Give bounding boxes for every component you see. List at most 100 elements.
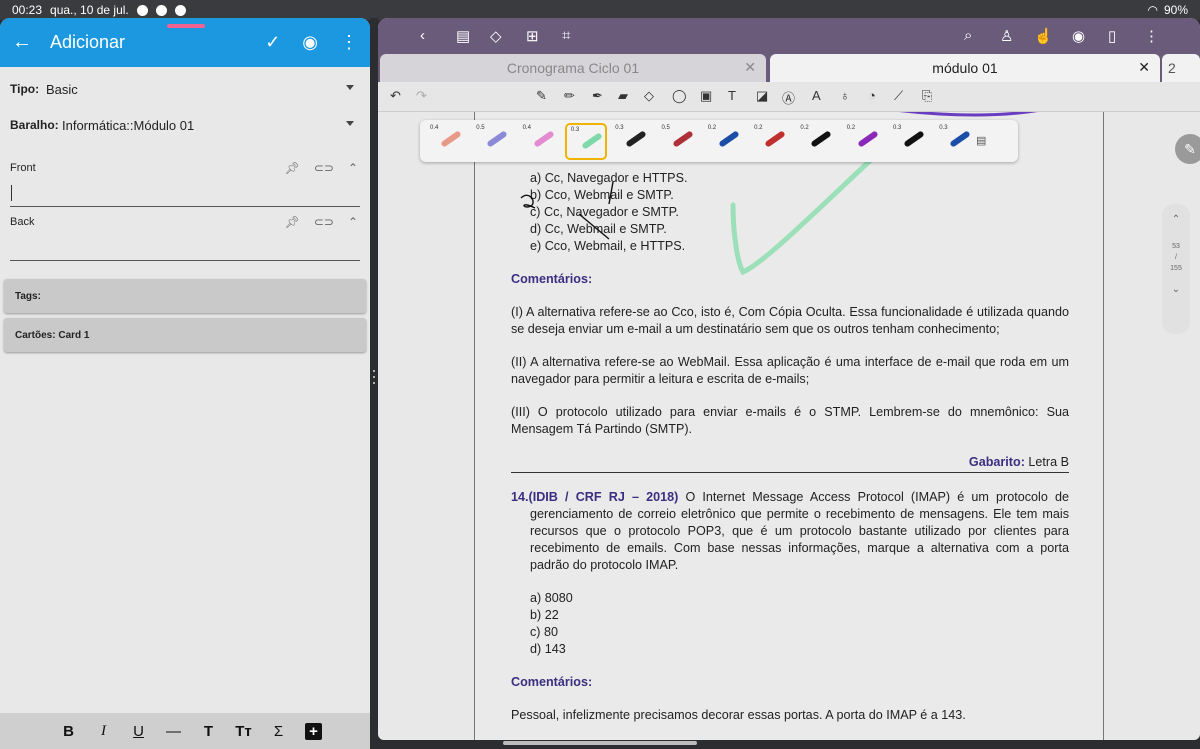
- eraser-icon[interactable]: ◇: [644, 88, 654, 104]
- redo-icon[interactable]: ↷: [416, 88, 427, 104]
- pen-preset[interactable]: 0.2: [843, 123, 885, 160]
- pencil-tool-icon[interactable]: ✏: [564, 88, 575, 104]
- pen-preset[interactable]: 0.3: [935, 123, 977, 160]
- front-input[interactable]: [10, 179, 360, 207]
- split-divider[interactable]: [370, 18, 378, 749]
- preview-eye-icon[interactable]: ◉: [302, 32, 318, 53]
- text-recognition-icon[interactable]: A: [812, 88, 821, 103]
- bookmark-icon[interactable]: ◇: [490, 27, 502, 45]
- front-field-header: Front 📌︎ ⊂⊃ ⌃: [10, 161, 358, 175]
- sticker-icon[interactable]: ◔: [868, 88, 876, 103]
- close-tab-icon[interactable]: ✕: [1138, 59, 1150, 76]
- shapes-icon[interactable]: ◪: [756, 88, 768, 104]
- comment-2: (II) A alternativa refere-se ao WebMail.…: [511, 355, 1069, 386]
- page-up-icon[interactable]: ⌃: [1162, 214, 1190, 225]
- text-size-button[interactable]: Tт: [235, 723, 252, 740]
- option-d: d) 143: [530, 642, 566, 656]
- collapse-icon[interactable]: ⌃: [348, 161, 358, 175]
- pin-icon[interactable]: 📌︎: [285, 215, 300, 229]
- crop-icon[interactable]: ⌗: [562, 27, 570, 44]
- anki-add-panel: ← Adicionar ✓ ◉ ⋮ Tipo: Basic Baralho: I…: [0, 18, 370, 749]
- translate-icon[interactable]: ⎘: [922, 88, 932, 104]
- wifi-icon: ◠: [1147, 3, 1158, 17]
- pen-preset[interactable]: 0.2: [750, 123, 792, 160]
- window-handle[interactable]: [167, 24, 205, 28]
- sidebar-toggle-icon[interactable]: ▯: [1108, 27, 1116, 45]
- horizontal-rule-button[interactable]: —: [165, 723, 182, 740]
- font-size-button[interactable]: T: [200, 723, 217, 740]
- ocr-icon[interactable]: Ⓐ: [782, 88, 795, 107]
- fountain-pen-icon[interactable]: ✒: [592, 88, 603, 104]
- page-navigator[interactable]: ⌃ 53 / 155 ⌄: [1162, 204, 1190, 334]
- shirt-icon[interactable]: ♙: [1000, 27, 1013, 45]
- highlighter-icon[interactable]: ▰: [618, 88, 628, 104]
- pen-settings-icon[interactable]: ▤: [976, 134, 986, 147]
- laser-pointer-icon[interactable]: ⟋: [894, 88, 903, 104]
- close-tab-icon[interactable]: ✕: [744, 59, 756, 76]
- pen-icon: [671, 130, 694, 148]
- pen-preset[interactable]: 0.4: [519, 123, 561, 160]
- pen-icon: [810, 130, 833, 148]
- more-vert-icon[interactable]: ⋮: [340, 32, 358, 53]
- pen-preset[interactable]: 0.2: [704, 123, 746, 160]
- checkmark-stroke: [730, 153, 878, 276]
- pen-preset[interactable]: 0.3: [611, 123, 653, 160]
- pen-size-label: 0.5: [476, 125, 485, 131]
- back-chevron-icon[interactable]: ‹: [420, 27, 425, 44]
- pen-icon: [532, 130, 555, 148]
- collapse-icon[interactable]: ⌃: [348, 215, 358, 229]
- page-down-icon[interactable]: ⌄: [1162, 284, 1190, 295]
- pen-size-label: 0.4: [430, 125, 439, 131]
- question-source: (IDIB / CRF RJ – 2018): [528, 490, 679, 504]
- pen-icon: [625, 130, 647, 148]
- document-page[interactable]: a) Cc, Navegador e HTTPS. b) Cco, Webmai…: [474, 112, 1104, 740]
- date: qua., 10 de jul.: [50, 3, 129, 17]
- tags-button[interactable]: Tags:: [4, 279, 366, 313]
- lasso-icon[interactable]: ◯: [672, 88, 687, 104]
- tab-overflow[interactable]: 2: [1162, 54, 1200, 82]
- pen-preset[interactable]: 0.3: [889, 123, 931, 160]
- home-indicator[interactable]: [503, 741, 697, 745]
- save-check-icon[interactable]: ✓: [265, 32, 280, 53]
- image-icon[interactable]: ▣: [700, 88, 712, 104]
- read-mode-eye-icon[interactable]: ◉: [1072, 27, 1085, 45]
- undo-icon[interactable]: ↶: [390, 88, 401, 104]
- purple-stroke: [899, 112, 1038, 117]
- whatsapp-icon: [174, 4, 186, 16]
- cards-button[interactable]: Cartões: Card 1: [4, 318, 366, 352]
- thumbnails-icon[interactable]: ▤: [456, 27, 470, 45]
- attach-icon[interactable]: ⊂⊃: [314, 161, 334, 175]
- tipo-selector[interactable]: Tipo: Basic: [0, 71, 370, 107]
- baralho-selector[interactable]: Baralho: Informática::Módulo 01: [0, 107, 370, 143]
- pen-preset[interactable]: 0.3: [564, 123, 607, 160]
- floating-pen-button[interactable]: ✎: [1175, 134, 1200, 164]
- pen-preset[interactable]: 0.4: [426, 123, 468, 160]
- back-input[interactable]: [10, 233, 360, 261]
- back-arrow-icon[interactable]: ←: [12, 31, 32, 54]
- more-vert-icon[interactable]: ⋮: [1144, 27, 1159, 45]
- pen-preset[interactable]: 0.5: [658, 123, 700, 160]
- gesture-icon[interactable]: ☝: [1034, 27, 1053, 45]
- pin-icon[interactable]: 📌︎: [285, 161, 300, 175]
- italic-button[interactable]: I: [95, 723, 112, 740]
- add-custom-button[interactable]: +: [305, 722, 322, 740]
- pen-preset[interactable]: 0.5: [472, 123, 514, 160]
- add-page-icon[interactable]: ⊞: [526, 27, 539, 45]
- pen-preset[interactable]: 0.2: [796, 123, 838, 160]
- pen-icon: [764, 130, 786, 148]
- tab-modulo[interactable]: módulo 01 ✕: [770, 54, 1160, 82]
- text-box-icon[interactable]: T: [728, 88, 736, 103]
- pen-icon: [949, 130, 972, 148]
- search-icon[interactable]: ⌕: [964, 27, 972, 44]
- microphone-icon[interactable]: ♁: [840, 88, 850, 103]
- attach-icon[interactable]: ⊂⊃: [314, 215, 334, 229]
- bold-button[interactable]: B: [60, 723, 77, 740]
- tab-cronograma[interactable]: Cronograma Ciclo 01 ✕: [380, 54, 766, 82]
- slash-mark-stroke: [608, 181, 614, 205]
- pen-tool-icon[interactable]: ✎: [536, 88, 547, 104]
- app-bar: ← Adicionar ✓ ◉ ⋮: [0, 18, 370, 67]
- option-c: c) 80: [530, 625, 558, 639]
- mathjax-button[interactable]: Σ: [270, 723, 287, 740]
- underline-button[interactable]: U: [130, 723, 147, 740]
- pen-size-label: 0.5: [661, 125, 670, 131]
